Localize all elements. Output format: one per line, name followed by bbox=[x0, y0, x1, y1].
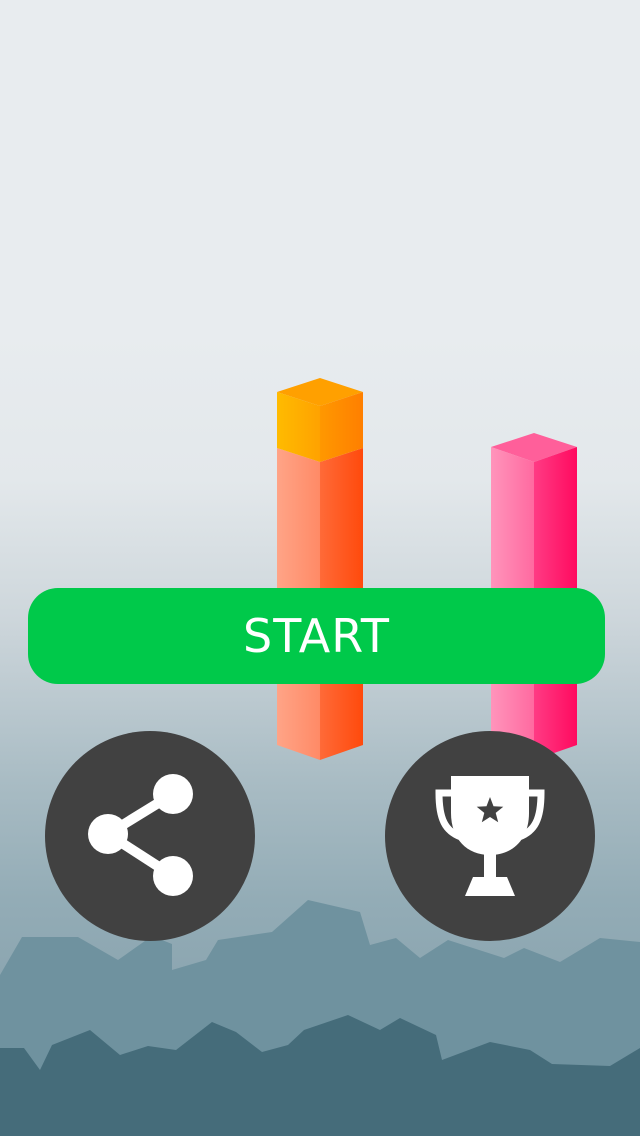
start-button[interactable]: START bbox=[28, 588, 605, 684]
share-icon bbox=[88, 774, 193, 896]
share-button[interactable] bbox=[45, 731, 255, 941]
start-label: START bbox=[243, 609, 390, 663]
orange-pillar-cap bbox=[277, 378, 363, 462]
pillars bbox=[277, 378, 577, 760]
leaderboard-button[interactable] bbox=[385, 731, 595, 941]
trophy-icon bbox=[435, 776, 545, 896]
